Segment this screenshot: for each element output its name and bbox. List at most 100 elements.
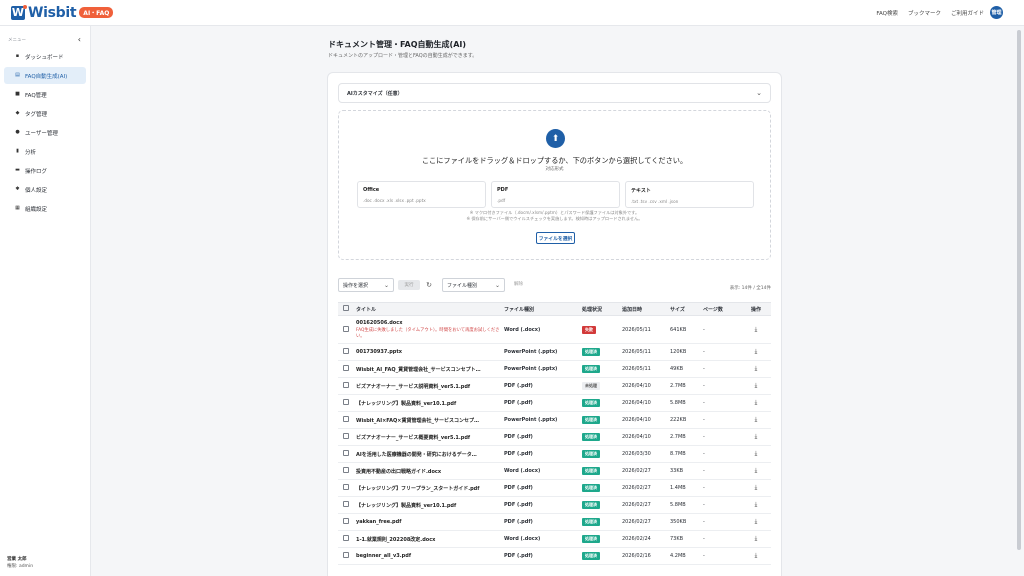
row-title[interactable]: 001620506.docx [356,320,500,326]
col-type[interactable]: ファイル種別 [502,302,580,316]
row-checkbox[interactable] [343,365,349,371]
row-title[interactable]: ビズアナオーナー_サービス説明資料_ver5.1.pdf [356,383,500,390]
row-title[interactable]: 【ナレッジリング】製品資料_ver10.1.pdf [356,400,500,407]
row-title[interactable]: ビズアナオーナー_サービス概要資料_ver5.1.pdf [356,434,500,441]
download-icon[interactable]: ⤓ [741,360,771,378]
download-icon[interactable]: ⤓ [741,343,771,361]
row-title[interactable]: 【ナレッジリング】フリープラン_スタートガイド.pdf [356,485,500,492]
row-checkbox[interactable] [343,501,349,507]
row-checkbox[interactable] [343,348,349,354]
row-status-cell: 処理済 [580,360,620,378]
table-row[interactable]: AIを活用した医療機器の開発・研究におけるデータ… PDF (.pdf) 処理済 20… [338,445,771,463]
table-row[interactable]: 001730937.pptx PowerPoint (.pptx) 処理済 2026/… [338,343,771,361]
row-title[interactable]: 投資用不動産の出口戦略ガイド.docx [356,468,500,475]
row-file-type: PDF (.pdf) [502,445,580,463]
row-status-cell: 処理済 [580,496,620,514]
row-checkbox[interactable] [343,382,349,388]
download-icon[interactable]: ⤓ [741,445,771,463]
execute-button[interactable]: 実行 [398,280,420,290]
filetype-select[interactable]: ファイル種別 ⌄ [442,278,505,292]
row-title[interactable]: 【ナレッジリング】製品資料_ver10.1.pdf [356,502,500,509]
sidebar-item-dashboard[interactable]: ▪ ダッシュボード [4,48,86,65]
row-title[interactable]: Wisbit_AI×FAQ×賃貸管理会社_サービスコンセプ… [356,417,500,424]
table-row[interactable]: ビズアナオーナー_サービス説明資料_ver5.1.pdf PDF (.pdf) 未処… [338,377,771,395]
logo[interactable]: W Wisbit AI・FAQ [11,4,114,21]
row-title[interactable]: 1-1.就業規則_202208改定.docx [356,536,500,543]
table-row[interactable]: 1-1.就業規則_202208改定.docx Word (.docx) 処理済 202… [338,530,771,548]
download-icon[interactable]: ⤓ [741,479,771,497]
row-checkbox[interactable] [343,552,349,558]
avatar[interactable]: 管理 [990,6,1003,19]
page-scrollbar[interactable] [1017,30,1021,550]
col-pages[interactable]: ページ数 [701,302,741,316]
row-pages: - [701,315,741,344]
sidebar: メニュー ‹ ▪ ダッシュボード ▤ FAQ自動生成(AI) ■ FAQ管理 ◆ タグ管… [0,26,91,576]
row-checkbox[interactable] [343,535,349,541]
row-checkbox[interactable] [343,484,349,490]
row-checkbox[interactable] [343,399,349,405]
sidebar-item-faq-generate[interactable]: ▤ FAQ自動生成(AI) [4,67,86,84]
file-drop-zone[interactable]: ⬆ ここにファイルをドラッグ＆ドロップするか、下のボタンから選択してください。 … [338,110,771,260]
sidebar-item-tags[interactable]: ◆ タグ管理 [4,105,86,122]
nav-bookmark[interactable]: ブックマーク [908,9,941,17]
row-checkbox[interactable] [343,450,349,456]
chevron-left-icon[interactable]: ‹ [78,35,81,44]
sidebar-item-label: タグ管理 [25,111,48,118]
download-icon[interactable]: ⤓ [741,428,771,446]
row-checkbox[interactable] [343,433,349,439]
table-row[interactable]: Wisbit_AI_FAQ_賃貸管理会社_サービスコンセプト… PowerPoin… [338,360,771,378]
row-title-cell: 投資用不動産の出口戦略ガイド.docx [354,462,502,480]
nav-faq-search[interactable]: FAQ検索 [876,9,898,17]
download-icon[interactable]: ⤓ [741,496,771,514]
row-size: 49KB [668,360,701,378]
download-icon[interactable]: ⤓ [741,411,771,429]
table-row[interactable]: 【ナレッジリング】フリープラン_スタートガイド.pdf PDF (.pdf) 処理済… [338,479,771,497]
col-size[interactable]: サイズ [668,302,701,316]
table-row[interactable]: Wisbit_AI×FAQ×賃貸管理会社_サービスコンセプ… PowerPoint… [338,411,771,429]
download-icon[interactable]: ⤓ [741,377,771,395]
nav-guide[interactable]: ご利用ガイド [951,9,984,17]
sidebar-item-logs[interactable]: ▬ 操作ログ [4,162,86,179]
download-icon[interactable]: ⤓ [741,547,771,565]
sidebar-item-org-settings[interactable]: ▦ 組織設定 [4,200,86,217]
row-title[interactable]: Wisbit_AI_FAQ_賃貸管理会社_サービスコンセプト… [356,366,500,373]
operation-select[interactable]: 操作を選択 ⌄ [338,278,394,292]
row-title[interactable]: beginner_all_v3.pdf [356,553,500,559]
table-row[interactable]: 【ナレッジリング】製品資料_ver10.1.pdf PDF (.pdf) 処理済 20… [338,394,771,412]
row-checkbox[interactable] [343,416,349,422]
sidebar-item-users[interactable]: ● ユーザー管理 [4,124,86,141]
ai-customize-toggle[interactable]: AIカスタマイズ（任意） ⌄ [338,83,771,103]
refresh-icon[interactable]: ↻ [424,280,434,290]
row-file-type: PowerPoint (.pptx) [502,360,580,378]
sidebar-nav: ▪ ダッシュボード ▤ FAQ自動生成(AI) ■ FAQ管理 ◆ タグ管理 ● ユーザー… [0,48,90,217]
row-title[interactable]: AIを活用した医療機器の開発・研究におけるデータ… [356,451,500,458]
col-date[interactable]: 追加日時 [620,302,668,316]
download-icon[interactable]: ⤓ [741,513,771,531]
row-checkbox[interactable] [343,467,349,473]
table-row[interactable]: 001620506.docx FAQ生成に失敗しました（タイムアウト）。時間をおい… [338,315,771,344]
select-all-checkbox[interactable] [343,305,349,311]
row-checkbox[interactable] [343,325,349,332]
table-row[interactable]: beginner_all_v3.pdf PDF (.pdf) 処理済 2026/02/… [338,547,771,565]
download-icon[interactable]: ⤓ [741,530,771,548]
download-icon[interactable]: ⤓ [741,315,771,344]
row-select-cell [338,428,354,446]
col-status[interactable]: 処理状況 [580,302,620,316]
sidebar-item-personal-settings[interactable]: ✱ 個人設定 [4,181,86,198]
table-row[interactable]: yakkan_free.pdf PDF (.pdf) 処理済 2026/02/27 35… [338,513,771,531]
row-checkbox[interactable] [343,518,349,524]
table-row[interactable]: 投資用不動産の出口戦略ガイド.docx Word (.docx) 処理済 2026/0… [338,462,771,480]
table-row[interactable]: 【ナレッジリング】製品資料_ver10.1.pdf PDF (.pdf) 処理済 20… [338,496,771,514]
col-title[interactable]: タイトル [354,302,502,316]
sidebar-item-analytics[interactable]: ▮ 分析 [4,143,86,160]
row-title[interactable]: 001730937.pptx [356,349,500,355]
row-title[interactable]: yakkan_free.pdf [356,519,500,525]
table-row[interactable]: ビズアナオーナー_サービス概要資料_ver5.1.pdf PDF (.pdf) 処理… [338,428,771,446]
download-icon[interactable]: ⤓ [741,394,771,412]
sidebar-item-faq-manage[interactable]: ■ FAQ管理 [4,86,86,103]
select-file-button[interactable]: ファイルを選択 [536,232,575,244]
sidebar-item-label: ダッシュボード [25,54,64,61]
reset-filter-link[interactable]: 解除 [514,281,523,287]
download-icon[interactable]: ⤓ [741,462,771,480]
row-date: 2026/02/27 [620,496,668,514]
